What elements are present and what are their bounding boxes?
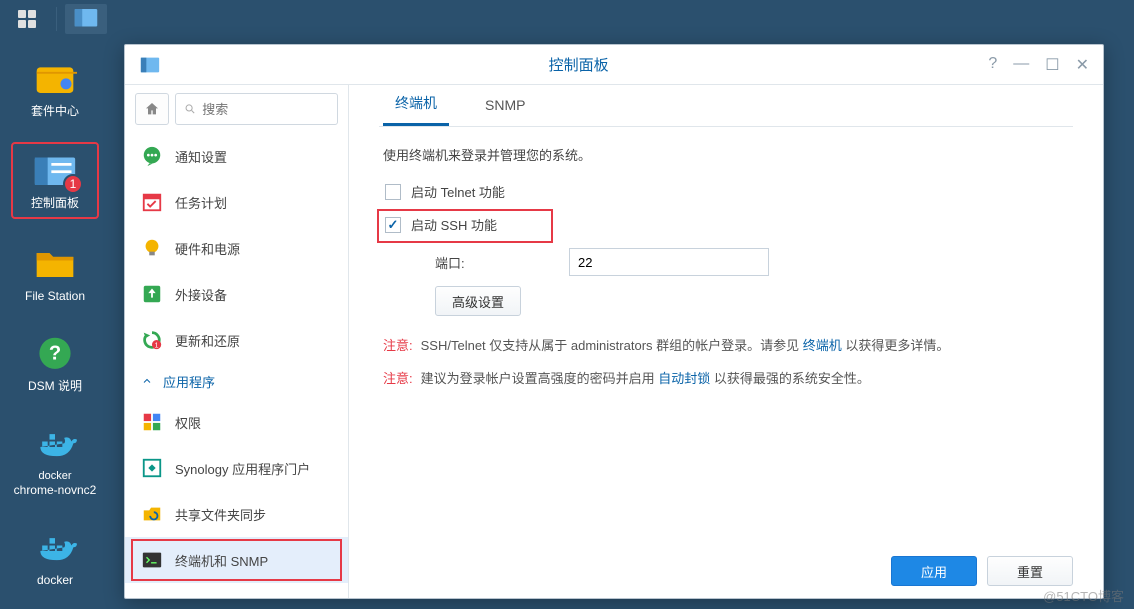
intro-text: 使用终端机来登录并管理您的系统。 [383, 145, 1069, 164]
tab-content: 使用终端机来登录并管理您的系统。 启动 Telnet 功能 启动 SSH 功能 … [379, 127, 1073, 419]
sidebar-item-permissions[interactable]: 权限 [125, 399, 348, 445]
chevron-up-icon [141, 375, 153, 387]
sidebar-item-label: 权限 [175, 413, 201, 432]
svg-text:1: 1 [155, 340, 159, 349]
telnet-label: 启动 Telnet 功能 [411, 182, 505, 201]
sidebar-item-label: Synology 应用程序门户 [175, 459, 310, 478]
desktop-icon-label: File Station [25, 289, 85, 303]
sidebar-item-label: 硬件和电源 [175, 239, 240, 258]
sidebar-item-update-restore[interactable]: 1 更新和还原 [125, 317, 348, 363]
apply-button[interactable]: 应用 [891, 556, 977, 586]
tab-snmp[interactable]: SNMP [473, 97, 537, 126]
footer-buttons: 应用 重置 [891, 556, 1073, 586]
sidebar: 通知设置 任务计划 硬件和电源 外接设备 1 更新和还原 应用程序 [125, 85, 349, 598]
telnet-option-row: 启动 Telnet 功能 [383, 178, 1069, 205]
sidebar-section-applications[interactable]: 应用程序 [125, 363, 348, 399]
desktop-icon-label: docker [37, 573, 73, 587]
ssh-label: 启动 SSH 功能 [411, 215, 497, 234]
port-input[interactable] [569, 248, 769, 276]
svg-text:?: ? [49, 343, 61, 365]
permissions-icon [141, 411, 163, 433]
taskbar-divider [56, 7, 57, 31]
sidebar-item-notification[interactable]: 通知设置 [125, 133, 348, 179]
desktop-icon-file-station[interactable]: File Station [11, 237, 99, 309]
desktop-icon-docker[interactable]: docker [11, 521, 99, 593]
minimize-button[interactable]: — [1013, 55, 1029, 75]
help-button[interactable]: ? [988, 55, 997, 75]
portal-icon [141, 457, 163, 479]
port-label: 端口: [435, 253, 555, 272]
bulb-icon [141, 237, 163, 259]
note-2: 注意: 建议为登录帐户设置高强度的密码并启用 自动封锁 以获得最强的系统安全性。 [383, 367, 1069, 390]
port-row: 端口: [435, 248, 1069, 276]
home-button[interactable] [135, 93, 169, 125]
sidebar-item-hardware[interactable]: 硬件和电源 [125, 225, 348, 271]
search-icon [184, 102, 196, 116]
sidebar-item-label: 终端机和 SNMP [175, 551, 268, 570]
apps-grid-icon [18, 10, 36, 28]
home-icon [144, 101, 160, 117]
upload-icon [141, 283, 163, 305]
chat-icon [141, 145, 163, 167]
ssh-checkbox[interactable] [385, 217, 401, 233]
terminal-link[interactable]: 终端机 [803, 338, 842, 353]
docker-icon [33, 425, 77, 462]
telnet-checkbox[interactable] [385, 184, 401, 200]
search-input-wrapper[interactable] [175, 93, 338, 125]
desktop-icon-control-panel[interactable]: 1 控制面板 [11, 142, 99, 218]
desktop-icon-package-center[interactable]: 套件中心 [11, 52, 99, 124]
sidebar-item-label: 外接设备 [175, 285, 227, 304]
taskbar [0, 0, 1134, 38]
desktop-icon-label: DSM 说明 [28, 379, 82, 393]
content-area: 终端机 SNMP 使用终端机来登录并管理您的系统。 启动 Telnet 功能 启… [349, 85, 1103, 598]
help-icon: ? [33, 335, 77, 372]
ssh-option-row: 启动 SSH 功能 [383, 211, 1069, 238]
package-center-icon [33, 60, 77, 97]
window-titlebar[interactable]: 控制面板 ? — ☐ ✕ [125, 45, 1103, 85]
sidebar-item-label: 任务计划 [175, 193, 227, 212]
docker-icon [33, 529, 77, 566]
window-icon [139, 54, 161, 76]
badge: 1 [63, 174, 83, 194]
window-body: 通知设置 任务计划 硬件和电源 外接设备 1 更新和还原 应用程序 [125, 85, 1103, 598]
maximize-button[interactable]: ☐ [1045, 55, 1059, 75]
window-title: 控制面板 [169, 54, 988, 75]
taskbar-window-button[interactable] [65, 4, 107, 34]
apps-launcher-button[interactable] [6, 4, 48, 34]
autoblock-link[interactable]: 自动封锁 [658, 371, 710, 386]
refresh-icon: 1 [141, 329, 163, 351]
folder-icon [33, 244, 77, 281]
search-input[interactable] [202, 102, 329, 117]
note-1: 注意: SSH/Telnet 仅支持从属于 administrators 群组的… [383, 334, 1069, 357]
sidebar-item-label: 通知设置 [175, 147, 227, 166]
advanced-settings-button[interactable]: 高级设置 [435, 286, 521, 316]
sidebar-item-label: 共享文件夹同步 [175, 505, 266, 524]
desktop-icon-dsm-help[interactable]: ? DSM 说明 [11, 327, 99, 399]
sidebar-item-shared-folder-sync[interactable]: 共享文件夹同步 [125, 491, 348, 537]
tabs: 终端机 SNMP [379, 85, 1073, 127]
tab-terminal[interactable]: 终端机 [383, 93, 449, 126]
sidebar-item-external-devices[interactable]: 外接设备 [125, 271, 348, 317]
sidebar-item-app-portal[interactable]: Synology 应用程序门户 [125, 445, 348, 491]
sync-icon [141, 503, 163, 525]
control-panel-mini-icon [65, 4, 107, 34]
desktop-icon-label: 控制面板 [31, 196, 79, 210]
control-panel-window: 控制面板 ? — ☐ ✕ 通知设置 [124, 44, 1104, 599]
desktop-icon-chrome-novnc[interactable]: dockerchrome-novnc2 [11, 418, 99, 504]
note-label: 注意: [383, 367, 413, 390]
sidebar-item-task-scheduler[interactable]: 任务计划 [125, 179, 348, 225]
window-actions: ? — ☐ ✕ [988, 55, 1089, 75]
desktop-icon-label: 套件中心 [31, 104, 79, 118]
calendar-icon [141, 191, 163, 213]
close-button[interactable]: ✕ [1076, 55, 1089, 75]
reset-button[interactable]: 重置 [987, 556, 1073, 586]
desktop-icons: 套件中心 1 控制面板 File Station ? DSM 说明 docker… [0, 38, 110, 594]
note-label: 注意: [383, 334, 413, 357]
sidebar-item-terminal-snmp[interactable]: 终端机和 SNMP [125, 537, 348, 583]
terminal-icon [141, 549, 163, 571]
desktop-icon-label: dockerchrome-novnc2 [14, 470, 97, 498]
sidebar-item-label: 更新和还原 [175, 331, 240, 350]
